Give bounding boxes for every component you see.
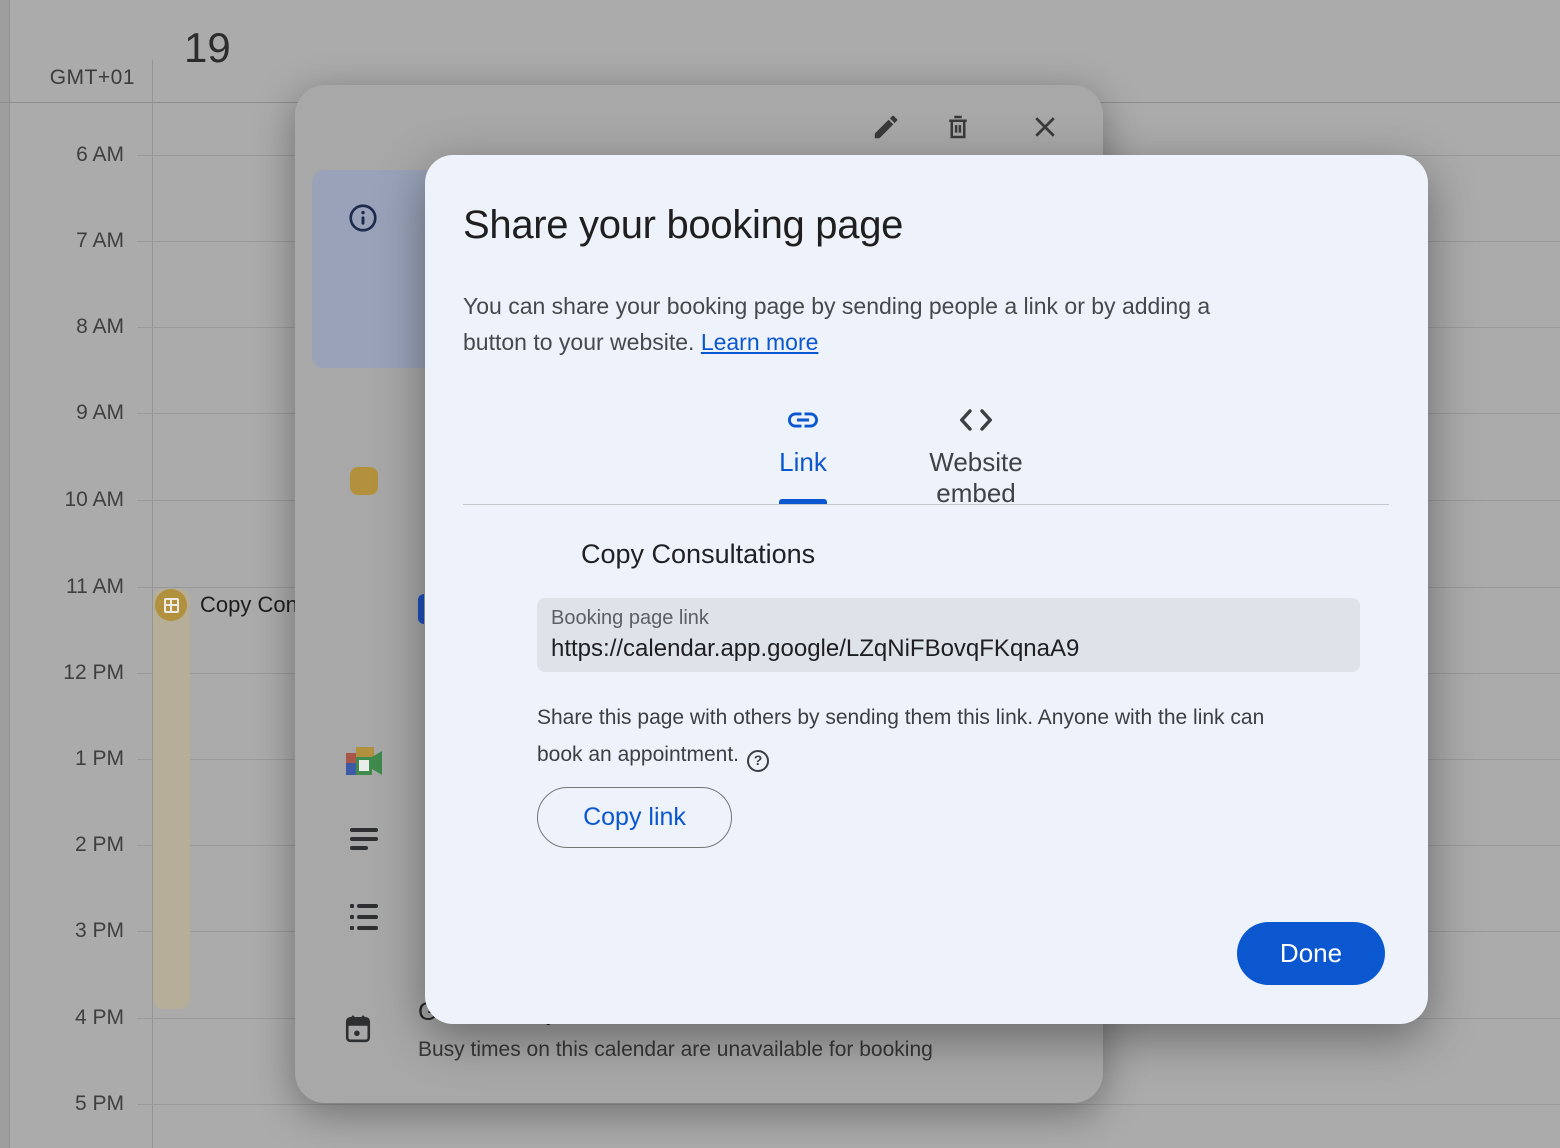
calendar-icon (345, 1015, 371, 1048)
event-title[interactable]: Copy Con (200, 592, 296, 618)
hour-label: 10 AM (24, 488, 124, 512)
tab-divider (463, 504, 1389, 505)
share-note-line1: Share this page with others by sending t… (537, 706, 1264, 729)
hour-label: 2 PM (24, 833, 124, 857)
timezone-label: GMT+01 (35, 66, 135, 90)
share-note-line2: book an appointment. (537, 743, 739, 766)
hour-label: 5 PM (24, 1092, 124, 1116)
done-button[interactable]: Done (1237, 922, 1385, 985)
tab-link[interactable]: Link (713, 403, 893, 478)
color-swatch (350, 467, 378, 495)
hour-label: 12 PM (24, 661, 124, 685)
meet-icon (346, 747, 384, 784)
copy-link-button[interactable]: Copy link (537, 787, 732, 848)
dialog-title: Share your booking page (463, 203, 903, 248)
hour-label: 8 AM (24, 315, 124, 339)
hour-label: 3 PM (24, 919, 124, 943)
share-note: Share this page with others by sending t… (537, 699, 1264, 773)
booking-grid-icon (155, 589, 187, 621)
booking-link-label: Booking page link (551, 607, 1346, 630)
body-line2: button to your website. (463, 329, 694, 355)
code-icon (886, 403, 1066, 437)
dialog-body-text: You can share your booking page by sendi… (463, 288, 1210, 360)
tab-website-embed[interactable]: Website embed (886, 403, 1066, 509)
booking-page-name: Copy Consultations (581, 539, 815, 570)
booking-link-url[interactable]: https://calendar.app.google/LZqNiFBovqFK… (551, 635, 1346, 663)
hour-label: 11 AM (24, 575, 124, 599)
edit-button[interactable] (871, 112, 901, 147)
hour-label: 4 PM (24, 1006, 124, 1030)
close-icon[interactable] (1030, 112, 1060, 147)
hour-label: 9 AM (24, 401, 124, 425)
share-booking-page-dialog: Share your booking page You can share yo… (425, 155, 1428, 1024)
booking-availability-event[interactable] (153, 589, 190, 1009)
avatar-edge (418, 594, 424, 624)
day-number[interactable]: 19 (184, 24, 231, 72)
hour-label: 6 AM (24, 143, 124, 167)
hour-gridline (137, 1104, 1560, 1105)
calendar-left-edge (0, 0, 10, 1148)
hour-label: 1 PM (24, 747, 124, 771)
booking-link-field[interactable]: Booking page link https://calendar.app.g… (537, 598, 1360, 672)
busy-note: Busy times on this calendar are unavaila… (418, 1038, 933, 1062)
learn-more-link[interactable]: Learn more (701, 329, 819, 355)
link-icon (713, 403, 893, 437)
trash-icon[interactable] (943, 112, 973, 147)
hour-label: 7 AM (24, 229, 124, 253)
help-icon[interactable]: ? (747, 750, 769, 772)
info-icon (347, 202, 379, 239)
selected-section-highlight (312, 170, 437, 368)
body-line1: You can share your booking page by sendi… (463, 293, 1210, 319)
day-name-label: THU (183, 0, 253, 7)
